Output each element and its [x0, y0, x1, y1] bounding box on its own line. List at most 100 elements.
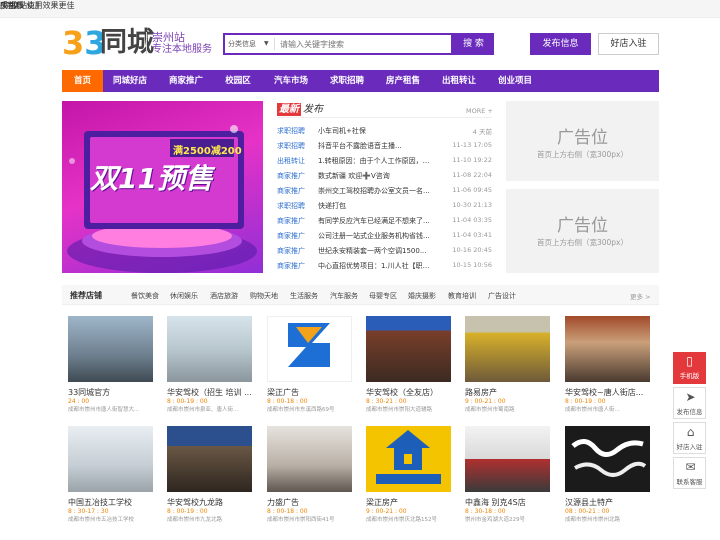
news-text[interactable]: 世纪永安精装套一两个空调1500...: [318, 246, 440, 256]
news-text[interactable]: 中心直招优势项目：1.川人社【职...: [318, 261, 440, 271]
shop-card[interactable]: 梁正广告 8 : 00-18 : 00 成都市崇州市东溪西路69号: [267, 316, 352, 413]
nav-item-housing[interactable]: 房产租售: [380, 70, 426, 92]
shop-name[interactable]: 梁正房产: [366, 497, 451, 508]
search-input[interactable]: [280, 36, 450, 52]
news-text[interactable]: 抖音平台不露脸语音主播...: [318, 141, 440, 151]
post-info-button[interactable]: 发布信息: [530, 33, 591, 55]
shops-category[interactable]: 酒店旅游: [210, 291, 238, 301]
shop-name[interactable]: 华安驾校（全友店）: [366, 387, 451, 398]
news-item[interactable]: 商家推广 崇州交工驾校招聘办公室文员一名... 11-06 09:45: [277, 186, 492, 201]
news-item[interactable]: 求职招聘 小车司机+社保 4 天前: [277, 126, 492, 141]
shops-category[interactable]: 休闲娱乐: [170, 291, 198, 301]
shop-name[interactable]: 华安驾校~唐人街店...: [565, 387, 650, 398]
nav-item-campus[interactable]: 校园区: [218, 70, 258, 92]
news-category[interactable]: 商家推广: [277, 246, 305, 256]
shop-image[interactable]: [465, 316, 550, 382]
news-category[interactable]: 商家推广: [277, 171, 305, 181]
sidebar-shop-join[interactable]: ⌂ 好店入驻: [673, 422, 706, 454]
shop-image[interactable]: [68, 426, 153, 492]
news-text[interactable]: 崇州交工驾校招聘办公室文员一名...: [318, 186, 440, 196]
shop-image[interactable]: [366, 316, 451, 382]
sidebar-post[interactable]: ➤ 发布信息: [673, 387, 706, 419]
shop-name[interactable]: 中国五冶技工学校: [68, 497, 153, 508]
shop-name[interactable]: 梁正广告: [267, 387, 352, 398]
shop-name[interactable]: 汉源县土特产: [565, 497, 650, 508]
promo-banner[interactable]: 双11预售 满2500减200: [62, 101, 263, 273]
nav-item-home[interactable]: 首页: [62, 70, 103, 92]
shop-name[interactable]: 力盛广告: [267, 497, 352, 508]
shop-card[interactable]: 华安驾校~唐人街店... 8 : 00-19 : 00 成都市崇州市唐人街...: [565, 316, 650, 413]
shops-category[interactable]: 购物天地: [250, 291, 278, 301]
news-more-link[interactable]: MORE +: [466, 107, 493, 115]
shop-name[interactable]: 华安驾校（招生 培训 ...: [167, 387, 252, 398]
shop-card[interactable]: 华安驾校九龙路 8 : 00-19 : 00 成都市崇州市九龙北路: [167, 426, 252, 523]
sidebar-mobile[interactable]: ▯ 手机版: [673, 352, 706, 384]
shop-join-button[interactable]: 好店入驻: [598, 33, 659, 55]
shop-image[interactable]: [465, 426, 550, 492]
sidebar-service[interactable]: ✉ 联系客服: [673, 457, 706, 489]
shop-image[interactable]: [267, 316, 352, 382]
shop-card[interactable]: 力盛广告 8 : 00-18 : 00 成都市崇州市崇阳西街41号: [267, 426, 352, 523]
news-item[interactable]: 求职招聘 快递打包 10-30 21:13: [277, 201, 492, 216]
shops-category[interactable]: 广告设计: [488, 291, 516, 301]
news-category[interactable]: 求职招聘: [277, 201, 305, 211]
search-category-select[interactable]: 分类信息: [228, 39, 256, 49]
shop-card[interactable]: 33同城官方 24 : 00 成都市崇州市唐人街智慧大...: [68, 316, 153, 413]
shops-category[interactable]: 母婴专区: [369, 291, 397, 301]
shop-name[interactable]: 路易房产: [465, 387, 550, 398]
ad-slot[interactable]: 广告位 首页上方右侧（宽300px）: [506, 101, 659, 181]
ad-slot[interactable]: 广告位 首页上方右侧（宽300px）: [506, 189, 659, 273]
shops-more-link[interactable]: 更多 >: [630, 291, 651, 301]
news-text[interactable]: 快递打包: [318, 201, 440, 211]
news-item[interactable]: 出租转让 1.转租原因：由于个人工作原因，... 11-10 19:22: [277, 156, 492, 171]
shop-card[interactable]: 汉源县土特产 08 : 00-21 : 00 成都市崇州市崇州北路: [565, 426, 650, 523]
shop-card[interactable]: 梁正房产 9 : 00-21 : 00 成都市崇州市崇庆北路152号: [366, 426, 451, 523]
nav-item-jobs[interactable]: 求职招聘: [324, 70, 370, 92]
nav-item-cars[interactable]: 汽车市场: [268, 70, 314, 92]
news-item[interactable]: 商家推广 世纪永安精装套一两个空调1500... 10-16 20:45: [277, 246, 492, 261]
shop-card[interactable]: 华安驾校（招生 培训 ... 8 : 00-19 : 00 成都市崇州市泉亚、唐…: [167, 316, 252, 413]
shops-category[interactable]: 教育培训: [448, 291, 476, 301]
nav-item-promotion[interactable]: 商家推广: [162, 70, 210, 92]
news-text[interactable]: 数式新疆 欢迎➕V咨询: [318, 171, 440, 181]
shop-card[interactable]: 中鑫海 别克4S店 8 : 30-18 : 00 崇州市金鸡湖大道229号: [465, 426, 550, 523]
shops-category[interactable]: 婚庆摄影: [408, 291, 436, 301]
shop-image[interactable]: [267, 426, 352, 492]
news-item[interactable]: 求职招聘 抖音平台不露脸语音主播... 11-13 17:05: [277, 141, 492, 156]
shops-category[interactable]: 餐饮美食: [131, 291, 159, 301]
news-category[interactable]: 商家推广: [277, 261, 305, 271]
shop-name[interactable]: 33同城官方: [68, 387, 153, 398]
nav-item-business[interactable]: 创业项目: [492, 70, 538, 92]
shop-image[interactable]: [565, 316, 650, 382]
shop-image[interactable]: [167, 316, 252, 382]
news-item[interactable]: 商家推广 中心直招优势项目：1.川人社【职... 10-15 10:56: [277, 261, 492, 276]
news-category[interactable]: 出租转让: [277, 156, 305, 166]
search-button[interactable]: 搜 索: [453, 33, 494, 55]
news-text[interactable]: 小车司机+社保: [318, 126, 440, 136]
news-category[interactable]: 商家推广: [277, 186, 305, 196]
shop-name[interactable]: 中鑫海 别克4S店: [465, 497, 550, 508]
shop-card[interactable]: 中国五冶技工学校 8 : 30-17 : 30 成都市崇州市五冶技工学校: [68, 426, 153, 523]
shops-category[interactable]: 生活服务: [290, 291, 318, 301]
news-item[interactable]: 商家推广 有同学反应汽车已经满足不想来了... 11-04 03:35: [277, 216, 492, 231]
chevron-down-icon[interactable]: ▼: [264, 40, 269, 47]
news-text[interactable]: 1.转租原因：由于个人工作原因，...: [318, 156, 440, 166]
news-category[interactable]: 商家推广: [277, 231, 305, 241]
mobile-version-link[interactable]: 手机版 使用效果更佳: [0, 0, 75, 11]
shop-image[interactable]: [68, 316, 153, 382]
news-category[interactable]: 求职招聘: [277, 141, 305, 151]
shop-image[interactable]: [167, 426, 252, 492]
shop-image[interactable]: [366, 426, 451, 492]
nav-item-shops[interactable]: 同城好店: [107, 70, 153, 92]
shops-category[interactable]: 汽车服务: [330, 291, 358, 301]
news-item[interactable]: 商家推广 公司注册一站式企业服务机构省钱... 11-04 03:41: [277, 231, 492, 246]
news-category[interactable]: 商家推广: [277, 216, 305, 226]
shop-image[interactable]: [565, 426, 650, 492]
nav-item-rental[interactable]: 出租转让: [436, 70, 482, 92]
shop-card[interactable]: 华安驾校（全友店） 8 : 30-21 : 00 成都市崇州市崇阳大道辅路: [366, 316, 451, 413]
news-category[interactable]: 求职招聘: [277, 126, 305, 136]
news-text[interactable]: 公司注册一站式企业服务机构省钱...: [318, 231, 440, 241]
shop-name[interactable]: 华安驾校九龙路: [167, 497, 252, 508]
shop-card[interactable]: 路易房产 9 : 00-21 : 00 成都市崇州市蜀南路: [465, 316, 550, 413]
news-text[interactable]: 有同学反应汽车已经满足不想来了...: [318, 216, 440, 226]
